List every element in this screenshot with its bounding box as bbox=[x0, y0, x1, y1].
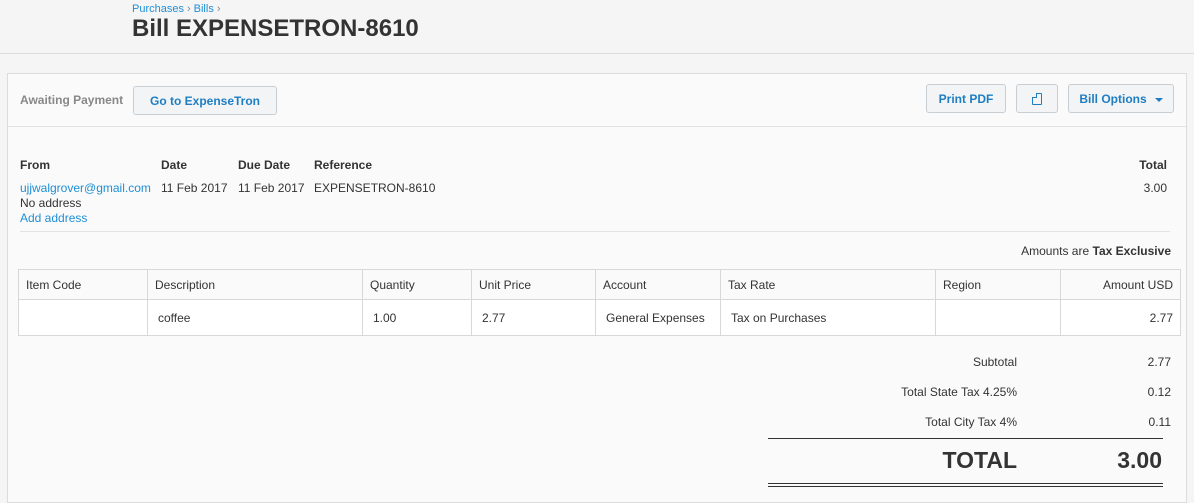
cell-account[interactable]: General Expenses bbox=[595, 299, 721, 336]
add-address-link[interactable]: Add address bbox=[20, 211, 87, 225]
breadcrumb-separator: › bbox=[216, 3, 221, 15]
reference-value: EXPENSETRON-8610 bbox=[314, 181, 436, 195]
copy-icon bbox=[1032, 92, 1042, 105]
breadcrumb-purchases-link[interactable]: Purchases bbox=[132, 3, 184, 15]
date-value: 11 Feb 2017 bbox=[161, 181, 228, 195]
col-quantity: Quantity bbox=[362, 269, 472, 300]
grand-total-value: 3.00 bbox=[1117, 447, 1162, 473]
tax-mode: Tax Exclusive bbox=[1092, 244, 1172, 258]
col-tax-rate: Tax Rate bbox=[720, 269, 936, 300]
due-date-label: Due Date bbox=[238, 158, 291, 172]
date-label: Date bbox=[161, 158, 188, 172]
status-badge: Awaiting Payment bbox=[20, 93, 124, 107]
due-date-value: 11 Feb 2017 bbox=[238, 181, 305, 195]
from-email-link[interactable]: ujjwalgrover@gmail.com bbox=[20, 181, 151, 195]
grand-total-label: TOTAL bbox=[942, 447, 1017, 473]
col-region: Region bbox=[935, 269, 1061, 300]
from-label: From bbox=[20, 158, 50, 172]
reference-label: Reference bbox=[314, 158, 373, 172]
bill-options-label: Bill Options bbox=[1079, 91, 1147, 106]
total-rule bbox=[768, 438, 1163, 439]
amounts-are-note: Amounts are Tax Exclusive bbox=[1021, 244, 1171, 258]
amounts-are-prefix: Amounts are bbox=[1021, 244, 1090, 258]
chevron-down-icon bbox=[1154, 97, 1163, 102]
copy-button[interactable] bbox=[1016, 84, 1058, 113]
col-description: Description bbox=[147, 269, 363, 300]
col-item-code: Item Code bbox=[18, 269, 148, 300]
breadcrumb-bills-link[interactable]: Bills bbox=[194, 3, 214, 15]
cell-tax-rate[interactable]: Tax on Purchases bbox=[720, 299, 936, 336]
bill-card: Awaiting Payment Go to ExpenseTron Print… bbox=[7, 73, 1187, 503]
table-header-row: Item Code Description Quantity Unit Pric… bbox=[18, 269, 1181, 300]
cell-region[interactable] bbox=[935, 299, 1061, 336]
total-value: 3.00 bbox=[1143, 181, 1167, 195]
subtotal-label: Subtotal bbox=[972, 355, 1017, 369]
city-tax-value: 0.11 bbox=[1148, 415, 1171, 429]
cell-item-code[interactable] bbox=[18, 299, 148, 336]
page-header: Purchases › Bills › Bill EXPENSETRON-8610 bbox=[0, 0, 1194, 54]
state-tax-label: Total State Tax 4.25% bbox=[901, 385, 1017, 399]
cell-amount[interactable]: 2.77 bbox=[1060, 299, 1181, 336]
col-account: Account bbox=[595, 269, 721, 300]
table-row[interactable]: coffee 1.00 2.77 General Expenses Tax on… bbox=[18, 299, 1181, 336]
breadcrumb-separator: › bbox=[186, 3, 191, 15]
divider bbox=[20, 231, 1170, 232]
cell-description[interactable]: coffee bbox=[147, 299, 363, 336]
no-address-text: No address bbox=[20, 196, 82, 210]
page-title: Bill EXPENSETRON-8610 bbox=[132, 15, 419, 42]
col-unit-price: Unit Price bbox=[471, 269, 596, 300]
col-amount: Amount USD bbox=[1060, 269, 1181, 300]
breadcrumb: Purchases › Bills › bbox=[132, 3, 224, 15]
total-double-rule bbox=[768, 486, 1163, 487]
bill-toolbar: Awaiting Payment Go to ExpenseTron Print… bbox=[8, 74, 1186, 127]
bill-options-button[interactable]: Bill Options bbox=[1068, 84, 1174, 113]
total-double-rule bbox=[768, 483, 1163, 484]
print-pdf-button[interactable]: Print PDF bbox=[926, 84, 1006, 113]
state-tax-value: 0.12 bbox=[1147, 385, 1171, 399]
line-items-table: Item Code Description Quantity Unit Pric… bbox=[18, 269, 1181, 336]
cell-quantity[interactable]: 1.00 bbox=[362, 299, 472, 336]
go-to-expensetron-button[interactable]: Go to ExpenseTron bbox=[133, 86, 277, 115]
total-label: Total bbox=[1139, 158, 1167, 172]
city-tax-label: Total City Tax 4% bbox=[925, 415, 1017, 429]
cell-unit-price[interactable]: 2.77 bbox=[471, 299, 596, 336]
subtotal-value: 2.77 bbox=[1147, 355, 1171, 369]
